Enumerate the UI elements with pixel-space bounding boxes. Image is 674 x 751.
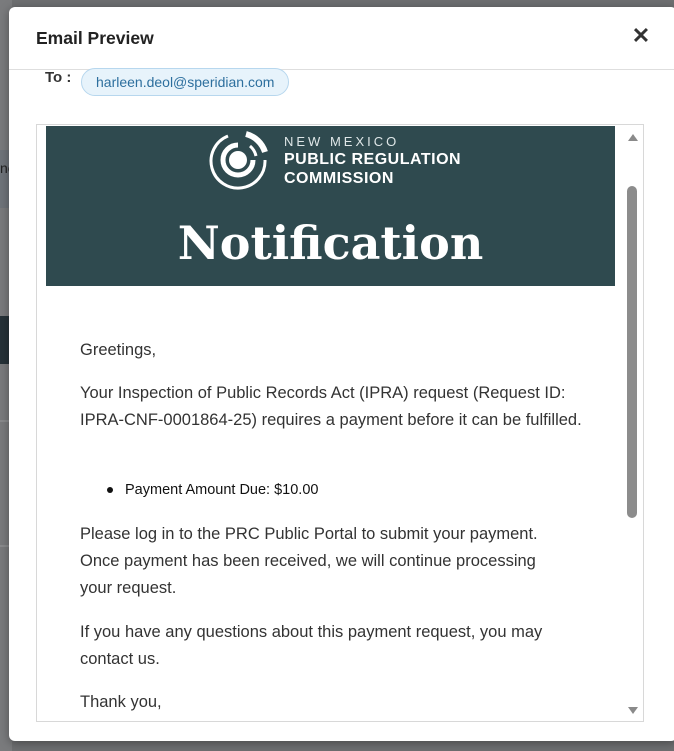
modal-header: Email Preview ✕	[9, 7, 674, 70]
modal-title: Email Preview	[36, 28, 154, 48]
to-label: To :	[45, 69, 72, 86]
email-preview-frame[interactable]: NEW MEXICO PUBLIC REGULATION COMMISSION …	[36, 124, 644, 722]
bullet-icon	[107, 487, 113, 493]
close-icon: ✕	[631, 23, 651, 48]
email-banner: NEW MEXICO PUBLIC REGULATION COMMISSION …	[46, 126, 615, 286]
close-button[interactable]: ✕	[629, 24, 653, 48]
payment-list: Payment Amount Due: $10.00	[80, 479, 318, 501]
scroll-up-arrow-icon[interactable]	[628, 134, 638, 141]
email-closing: Thank you,	[80, 693, 162, 711]
logo-text-agency: PUBLIC REGULATION	[284, 151, 462, 168]
prc-logo-icon	[209, 131, 268, 190]
recipient-chip[interactable]: harleen.deol@speridian.com	[81, 68, 290, 96]
email-body: NEW MEXICO PUBLIC REGULATION COMMISSION …	[46, 126, 616, 721]
email-scrollbar[interactable]	[622, 125, 642, 721]
email-login-paragraph: Please log in to the PRC Public Portal t…	[80, 525, 538, 597]
payment-amount-item: Payment Amount Due: $10.00	[80, 479, 318, 501]
scrollbar-thumb[interactable]	[627, 186, 637, 518]
logo-text-commission: COMMISSION	[284, 170, 394, 187]
email-request-paragraph: Your Inspection of Public Records Act (I…	[80, 384, 582, 429]
banner-title: Notification	[177, 216, 484, 270]
email-questions-paragraph: If you have any questions about this pay…	[80, 623, 543, 668]
logo-text-state: NEW MEXICO	[284, 134, 400, 149]
scroll-down-arrow-icon[interactable]	[628, 707, 638, 714]
email-preview-modal: Email Preview ✕ To : harleen.deol@sperid…	[9, 7, 674, 741]
payment-amount-text: Payment Amount Due: $10.00	[125, 482, 319, 498]
email-greeting: Greetings,	[80, 341, 157, 359]
